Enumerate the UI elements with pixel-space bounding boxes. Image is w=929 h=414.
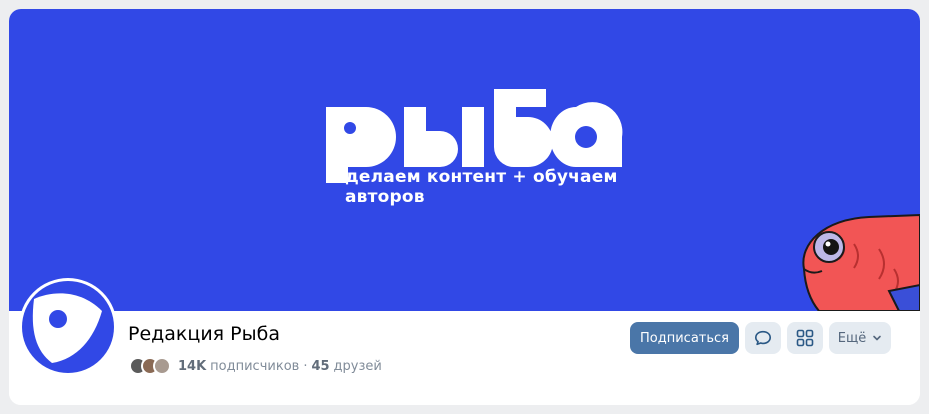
cover-tagline: делаем контент + обучаем авторов xyxy=(345,167,618,207)
more-label: Ещё xyxy=(837,330,867,346)
message-bubble-icon xyxy=(754,330,772,346)
friend-avatars[interactable] xyxy=(129,357,171,375)
community-header: делаем контент + обучаем авторов xyxy=(9,9,920,405)
apps-button[interactable] xyxy=(787,322,823,354)
fish-illustration xyxy=(802,213,920,311)
community-avatar[interactable] xyxy=(19,278,117,376)
cover-image: делаем контент + обучаем авторов xyxy=(9,9,920,311)
friends-count[interactable]: 45 xyxy=(311,359,329,374)
stats-separator: · xyxy=(303,358,308,374)
message-button[interactable] xyxy=(745,322,781,354)
subscribers-count[interactable]: 14K xyxy=(178,359,206,374)
friends-label[interactable]: друзей xyxy=(334,359,382,374)
subscribe-button[interactable]: Подписаться xyxy=(630,322,739,354)
profile-stats: 14K подписчиков · 45 друзей xyxy=(129,356,382,376)
fish-logo-icon xyxy=(22,281,114,373)
apps-grid-icon xyxy=(796,329,814,347)
friend-avatar xyxy=(153,357,171,375)
chevron-down-icon xyxy=(873,335,882,341)
more-button[interactable]: Ещё xyxy=(829,322,891,354)
community-name: Редакция Рыба xyxy=(128,323,280,345)
subscribers-label[interactable]: подписчиков xyxy=(210,359,299,374)
